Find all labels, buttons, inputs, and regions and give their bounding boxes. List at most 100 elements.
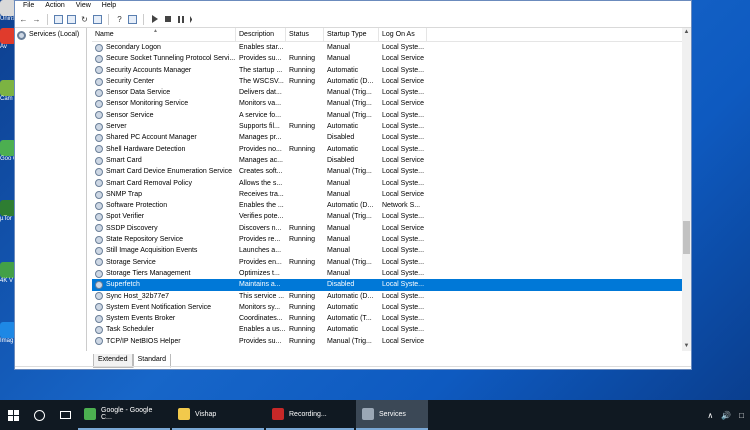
table-row[interactable]: Shared PC Account Manager Manages pr... Di… [92, 132, 682, 143]
column-header-description[interactable]: Description [236, 28, 286, 42]
service-description: Supports fil... [239, 123, 280, 131]
column-header-name[interactable]: Name [92, 28, 236, 42]
service-log-on-as: Local Service [382, 337, 425, 345]
table-row[interactable]: Sync Host_32b77e7 This service ... Running… [92, 291, 682, 302]
service-description: Discovers n... [239, 224, 282, 232]
table-row[interactable]: Storage Service Provides en... Running Manu… [92, 257, 682, 268]
table-row[interactable]: Smart Card Device Enumeration Service Cre… [92, 166, 682, 177]
search-button[interactable] [26, 400, 52, 430]
scroll-up-icon[interactable]: ▲ [682, 28, 691, 37]
service-log-on-as: Local Syste... [382, 123, 425, 131]
service-name: Security Accounts Manager [106, 66, 192, 74]
pause-service-icon[interactable] [175, 14, 186, 25]
service-startup-type: Manual (Trig... [327, 337, 372, 345]
table-row[interactable]: State Repository Service Provides re... Ru… [92, 234, 682, 245]
taskbar-app-0[interactable]: Google - Google C... [78, 400, 170, 430]
menu-action[interactable]: Action [45, 1, 64, 11]
service-startup-type: Manual (Trig... [327, 100, 372, 108]
table-row[interactable]: Sensor Service A service fo... Manual (Tri… [92, 110, 682, 121]
action-pane-icon[interactable] [127, 14, 138, 25]
vertical-scrollbar[interactable]: ▲ ▼ [682, 28, 691, 351]
start-service-icon[interactable] [149, 14, 160, 25]
table-row[interactable]: Secondary Logon Enables star... Manual Loca… [92, 42, 682, 53]
menu-view[interactable]: View [76, 1, 91, 11]
service-status: Running [289, 66, 316, 74]
service-status: Running [289, 145, 316, 153]
service-name: TCP/IP NetBIOS Helper [106, 337, 181, 345]
task-view-button[interactable] [52, 400, 78, 430]
stop-service-icon[interactable] [162, 14, 173, 25]
scroll-down-icon[interactable]: ▼ [682, 342, 691, 351]
show-hide-tree-icon[interactable] [53, 14, 64, 25]
table-row[interactable]: Task Scheduler Enables a us... Running Auto… [92, 324, 682, 335]
restart-service-icon[interactable] [188, 14, 199, 25]
taskbar-app-label: Vishap [195, 410, 217, 418]
taskbar-app-1[interactable]: Vishap [172, 400, 264, 430]
table-row[interactable]: Smart Card Manages ac... Disabled Local Ser… [92, 155, 682, 166]
properties-icon[interactable] [66, 14, 77, 25]
notification-icon[interactable]: □ [739, 411, 744, 420]
service-name: Sync Host_32b77e7 [106, 292, 170, 300]
gear-icon [17, 30, 26, 40]
tree-item-services-local[interactable]: Services (Local) [17, 30, 84, 40]
service-name-cell: Server [92, 121, 236, 132]
table-row[interactable]: Smart Card Removal Policy Allows the s...… [92, 178, 682, 189]
service-name-cell: Still Image Acquisition Events [92, 245, 236, 256]
service-name: Secure Socket Tunneling Protocol Servi..… [106, 55, 236, 63]
table-row[interactable]: Storage Tiers Management Optimizes t... Ma… [92, 268, 682, 279]
gear-icon [95, 167, 103, 176]
service-name-cell: SNMP Trap [92, 189, 236, 200]
column-header-status[interactable]: Status [286, 28, 324, 42]
service-log-on-as: Local Service [382, 77, 425, 85]
toolbar: ← → ↻ ? [15, 11, 691, 28]
table-row[interactable]: System Events Broker Coordinates... Runnin… [92, 313, 682, 324]
service-description: Provides no... [239, 145, 282, 153]
table-row[interactable]: Security Accounts Manager The startup ...… [92, 65, 682, 76]
table-row[interactable]: Sensor Monitoring Service Monitors va... M… [92, 98, 682, 109]
refresh-icon[interactable]: ↻ [79, 14, 90, 25]
service-log-on-as: Local Syste... [382, 236, 425, 244]
list-header: ▲ Name Description Status Startup Type L… [92, 28, 682, 42]
column-header-log-on-as[interactable]: Log On As [379, 28, 427, 42]
service-name: State Repository Service [106, 236, 184, 244]
service-name: System Event Notification Service [106, 303, 212, 311]
gear-icon [95, 88, 103, 97]
table-row[interactable]: Server Supports fil... Running Automatic Loc… [92, 121, 682, 132]
speaker-icon[interactable]: 🔊 [721, 411, 731, 420]
taskbar-app-3[interactable]: Services [356, 400, 428, 430]
scroll-thumb[interactable] [683, 221, 690, 254]
table-row[interactable]: Sensor Data Service Delivers dat... Manual… [92, 87, 682, 98]
taskbar-app-2[interactable]: Recording... [266, 400, 354, 430]
service-log-on-as: Local Service [382, 156, 425, 164]
taskbar-app-label: Google - Google C... [101, 407, 153, 421]
forward-arrow-icon[interactable]: → [31, 14, 42, 25]
column-header-startup-type[interactable]: Startup Type [324, 28, 379, 42]
table-row[interactable]: Shell Hardware Detection Provides no... Ru… [92, 144, 682, 155]
service-description: The startup ... [239, 66, 283, 74]
start-button[interactable] [0, 400, 26, 430]
service-name-cell: Security Center [92, 76, 236, 87]
menu-help[interactable]: Help [102, 1, 116, 11]
cortana-icon [33, 409, 45, 421]
help-icon[interactable]: ? [114, 14, 125, 25]
table-row[interactable]: SNMP Trap Receives tra... Manual Local Serv… [92, 189, 682, 200]
services-list-pane: ▲ Name Description Status Startup Type L… [87, 28, 691, 351]
export-list-icon[interactable] [92, 14, 103, 25]
service-name-cell: Software Protection [92, 200, 236, 211]
service-description: Verifies pote... [239, 213, 284, 221]
table-row[interactable]: SSDP Discovery Discovers n... Running Manua… [92, 223, 682, 234]
back-arrow-icon[interactable]: ← [18, 14, 29, 25]
table-row[interactable]: System Event Notification Service Monitor… [92, 302, 682, 313]
table-row[interactable]: Still Image Acquisition Events Launches a… [92, 245, 682, 256]
menu-file[interactable]: File [23, 1, 34, 11]
table-row[interactable]: Superfetch Maintains a... Disabled Local Sy… [92, 279, 682, 291]
table-row[interactable]: TCP/IP NetBIOS Helper Provides su... Runni… [92, 336, 682, 347]
table-row[interactable]: Secure Socket Tunneling Protocol Servi..… [92, 53, 682, 64]
chevron-up-icon[interactable]: ∧ [707, 411, 713, 420]
service-startup-type: Automatic [327, 66, 359, 74]
table-row[interactable]: Software Protection Enables the ... Automa… [92, 200, 682, 211]
service-name: Shared PC Account Manager [106, 134, 197, 142]
service-description: A service fo... [239, 111, 282, 119]
table-row[interactable]: Security Center The WSCSV... Running Automa… [92, 76, 682, 87]
table-row[interactable]: Spot Verifier Verifies pote... Manual (Tri… [92, 211, 682, 222]
